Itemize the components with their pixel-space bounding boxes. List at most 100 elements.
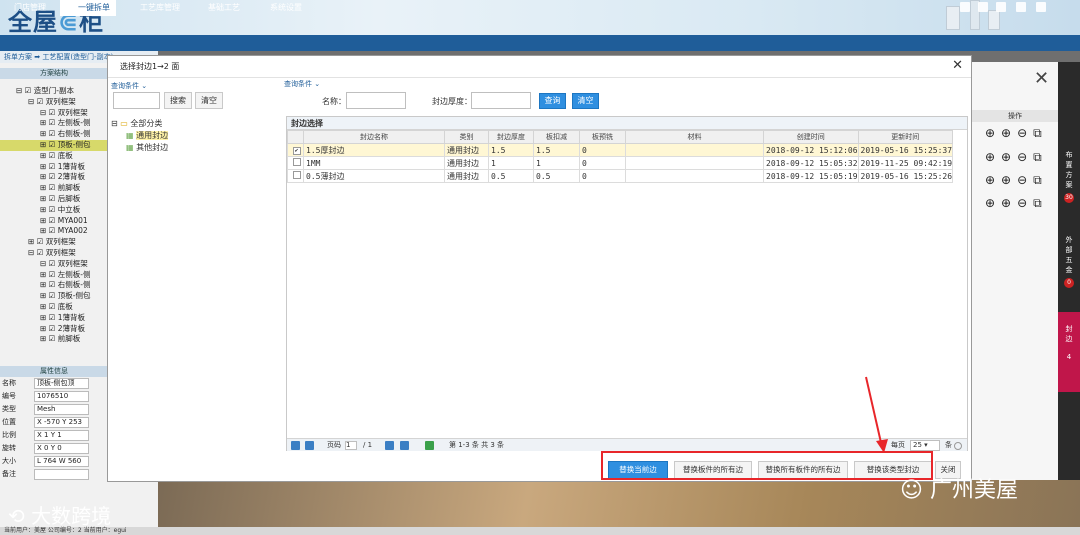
nav-split-order[interactable]: 一键拆单 xyxy=(60,0,116,16)
tree-node[interactable]: ⊟ ☑ 造型门-副本 xyxy=(0,86,110,97)
row-operations[interactable]: ⊕⊕⊖⧉ xyxy=(985,196,1048,212)
page-input[interactable]: 1 xyxy=(345,441,357,450)
query-button[interactable]: 查询 xyxy=(539,93,566,109)
tree-node[interactable]: ⊞ ☑ 前脚板 xyxy=(0,334,110,345)
checkbox-mark[interactable] xyxy=(292,171,301,179)
tree-node[interactable]: ⊟ ☑ 双列框架 xyxy=(0,108,110,119)
category-item-other[interactable]: ▦ 其他封边 xyxy=(108,142,203,154)
property-value[interactable] xyxy=(34,469,89,480)
tree-node[interactable]: ⊟ ☑ 双列框架 xyxy=(0,248,110,259)
property-key: 位置 xyxy=(2,418,16,426)
row-operations[interactable]: ⊕⊕⊖⧉ xyxy=(985,126,1048,142)
category-root[interactable]: ⊟ ▭ 全部分类 xyxy=(108,118,203,130)
column-header[interactable]: 封边名称 xyxy=(303,130,445,144)
first-page-icon[interactable] xyxy=(291,441,300,450)
tree-node[interactable]: ⊞ ☑ 右侧板-侧 xyxy=(0,129,110,140)
tree-node[interactable]: ⊟ ☑ 双列框架 xyxy=(0,259,110,270)
query-conditions-toggle[interactable]: 查询条件 ⌄ xyxy=(111,81,147,91)
table-row[interactable]: 0.5薄封边 通用封边 0.5 0.5 0 2018-09-12 15:05:19 2019… xyxy=(287,169,954,183)
column-header[interactable]: 材料 xyxy=(625,130,764,144)
count-badge: 30 xyxy=(1064,193,1074,203)
tree-node[interactable]: ⊞ ☑ 中立板 xyxy=(0,205,110,216)
export-icon[interactable] xyxy=(960,2,970,12)
clear-button[interactable]: 清空 xyxy=(195,92,223,109)
row-operations[interactable]: ⊕⊕⊖⧉ xyxy=(985,173,1048,189)
per-page-select[interactable]: 25 ▾ xyxy=(910,440,940,451)
column-header[interactable]: 创建时间 xyxy=(763,130,859,144)
main-nav xyxy=(0,35,1080,51)
tree-node[interactable]: ⊞ ☑ 顶板-侧包 xyxy=(0,139,110,151)
tree-node[interactable]: ⊟ ☑ 双列框架 xyxy=(0,97,110,108)
tree-node[interactable]: ⊞ ☑ MYA001 xyxy=(0,216,110,227)
column-header[interactable]: 板预铣 xyxy=(579,130,626,144)
property-value[interactable]: 1076510 xyxy=(34,391,89,402)
row-checkbox[interactable] xyxy=(287,156,304,170)
side-button-layout-scheme[interactable]: 布置方案 30 xyxy=(1058,150,1080,203)
tree-node[interactable]: ⊞ ☑ 双列框架 xyxy=(0,237,110,248)
nav-system-settings[interactable]: 系统设置 xyxy=(258,0,308,16)
property-value[interactable]: 顶板-侧包顶 xyxy=(34,378,89,389)
row-checkbox[interactable]: ✔ xyxy=(287,143,304,157)
gear-icon[interactable] xyxy=(1016,2,1026,12)
tree-node[interactable]: ⊞ ☑ 2薄背板 xyxy=(0,324,110,335)
column-header[interactable]: 板扣减 xyxy=(533,130,580,144)
property-value[interactable]: L 764 W 560 xyxy=(34,456,89,467)
tree-node[interactable]: ⊞ ☑ 底板 xyxy=(0,151,110,162)
tree-node[interactable]: ⊞ ☑ 右侧板-侧 xyxy=(0,280,110,291)
tree-node[interactable]: ⊞ ☑ 2薄背板 xyxy=(0,172,110,183)
close-icon[interactable]: ✕ xyxy=(952,58,963,73)
checkbox-mark[interactable]: ✔ xyxy=(292,147,301,155)
nav-basic-process[interactable]: 基础工艺 xyxy=(196,0,246,16)
clear-button[interactable]: 清空 xyxy=(572,93,599,109)
tree-node[interactable]: ⊞ ☑ MYA002 xyxy=(0,226,110,237)
property-value[interactable]: X -570 Y 253 xyxy=(34,417,89,428)
tree-node[interactable]: ⊞ ☑ 1薄背板 xyxy=(0,313,110,324)
edge-banding-table: 封边名称 类别 封边厚度 板扣减 板预铣 材料 创建时间 更新时间 ✔ 1.5厚封… xyxy=(287,130,954,183)
tree-node[interactable]: ⊞ ☑ 前脚板 xyxy=(0,183,110,194)
side-button-edge-banding[interactable]: 封边 4 xyxy=(1058,312,1080,392)
category-search-input[interactable] xyxy=(113,92,160,109)
property-value[interactable]: X 1 Y 1 xyxy=(34,430,89,441)
side-button-external-hardware[interactable]: 外部五金 0 xyxy=(1058,235,1080,288)
thickness-label: 封边厚度： xyxy=(432,97,472,106)
next-page-icon[interactable] xyxy=(385,441,394,450)
query-conditions-toggle[interactable]: 查询条件 ⌄ xyxy=(284,79,320,89)
nav-process-library[interactable]: 工艺库管理 xyxy=(128,0,186,16)
table-cell: 1 xyxy=(488,156,534,170)
tree-node[interactable]: ⊞ ☑ 顶板-侧包 xyxy=(0,291,110,302)
last-page-icon[interactable] xyxy=(400,441,409,450)
refresh-icon[interactable] xyxy=(425,441,434,450)
tree-node[interactable]: ⊞ ☑ 左侧板-侧 xyxy=(0,118,110,129)
property-key: 类型 xyxy=(2,405,16,413)
table-row[interactable]: 1MM 通用封边 1 1 0 2018-09-12 15:05:32 2019-11-25 … xyxy=(287,156,954,170)
row-checkbox[interactable] xyxy=(287,169,304,183)
scheme-tree: ⊟ ☑ 造型门-副本 ⊟ ☑ 双列框架 ⊟ ☑ 双列框架 ⊞ ☑ 左侧板-侧 ⊞ ☑ 右… xyxy=(0,86,110,345)
table-cell: 0.5薄封边 xyxy=(303,169,445,183)
tree-node[interactable]: ⊞ ☑ 左侧板-侧 xyxy=(0,270,110,281)
help-icon[interactable] xyxy=(954,442,962,450)
side-button-label: 布置方案 xyxy=(1065,151,1073,189)
property-value[interactable]: X 0 Y 0 xyxy=(34,443,89,454)
nav-store-management[interactable]: 门店管理 xyxy=(8,0,52,16)
checkbox-mark[interactable] xyxy=(292,158,301,166)
column-header[interactable]: 封边厚度 xyxy=(488,130,534,144)
prev-page-icon[interactable] xyxy=(305,441,314,450)
table-cell: 1.5 xyxy=(533,143,580,157)
column-header[interactable]: 类别 xyxy=(444,130,489,144)
category-item-general[interactable]: ▦ 通用封边 xyxy=(108,130,203,142)
close-icon[interactable]: ✕ xyxy=(1034,68,1049,89)
tree-node[interactable]: ⊞ ☑ 底板 xyxy=(0,302,110,313)
download-icon[interactable] xyxy=(996,2,1006,12)
tree-node[interactable]: ⊞ ☑ 后脚板 xyxy=(0,194,110,205)
property-value[interactable]: Mesh xyxy=(34,404,89,415)
row-operations[interactable]: ⊕⊕⊖⧉ xyxy=(985,150,1048,166)
tree-node[interactable]: ⊞ ☑ 1薄背板 xyxy=(0,162,110,173)
lock-icon[interactable] xyxy=(978,2,988,12)
table-row[interactable]: ✔ 1.5厚封边 通用封边 1.5 1.5 0 2018-09-12 15:12:06 201… xyxy=(287,143,954,157)
table-cell: 0 xyxy=(579,143,626,157)
name-input[interactable] xyxy=(346,92,406,109)
search-button[interactable]: 搜索 xyxy=(164,92,192,109)
thickness-input[interactable] xyxy=(471,92,531,109)
exit-icon[interactable] xyxy=(1036,2,1046,12)
column-header[interactable]: 更新时间 xyxy=(857,130,954,144)
